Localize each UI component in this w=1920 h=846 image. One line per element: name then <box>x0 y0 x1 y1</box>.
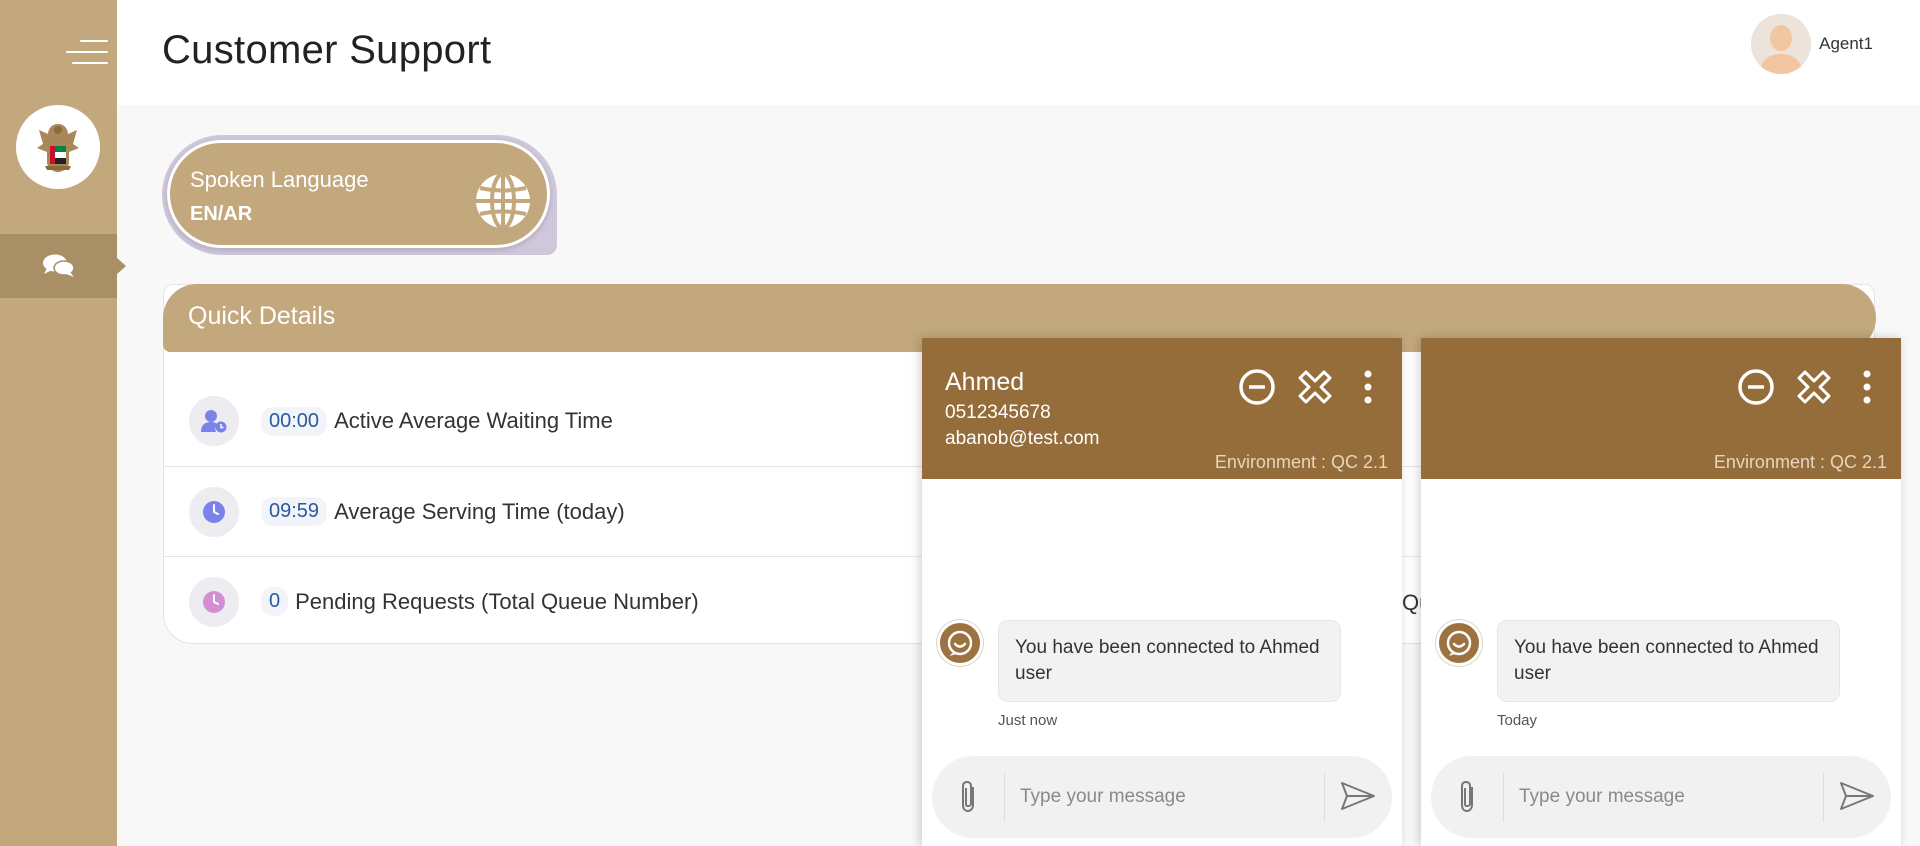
quick-details-title: Quick Details <box>188 302 336 330</box>
chat-contact-phone: 0512345678 <box>945 402 1051 423</box>
more-vertical-icon[interactable] <box>1861 368 1873 406</box>
close-icon[interactable] <box>1296 368 1334 406</box>
minimize-icon[interactable] <box>1737 368 1775 406</box>
paperclip-icon[interactable] <box>954 778 984 816</box>
serving-time-value: 09:59 <box>261 497 328 526</box>
spoken-language-value: EN/AR <box>190 203 253 225</box>
divider <box>1823 772 1824 822</box>
spoken-language-panel: Spoken Language EN/AR <box>167 140 550 248</box>
waiting-time-value: 00:00 <box>261 406 328 436</box>
chat-contact-name: Ahmed <box>945 368 1025 396</box>
chat-message: You have been connected to Ahmed user <box>998 620 1341 702</box>
spoken-language-label: Spoken Language <box>190 167 369 192</box>
sidebar <box>0 0 126 846</box>
divider <box>1004 772 1005 822</box>
top-header: Customer Support Agent1 <box>117 0 1920 105</box>
chat-window: Ahmed 0512345678 abanob@test.com Environ… <box>922 338 1402 846</box>
agent-avatar-icon <box>937 620 983 666</box>
send-icon[interactable] <box>1340 780 1376 812</box>
close-icon[interactable] <box>1795 368 1833 406</box>
nav-chat-item[interactable] <box>0 234 126 298</box>
spoken-language-card: Spoken Language EN/AR <box>162 135 557 255</box>
paperclip-icon[interactable] <box>1453 778 1483 816</box>
clock-icon <box>189 576 239 627</box>
chat-message: You have been connected to Ahmed user <box>1497 620 1840 702</box>
chat-environment: Environment : QC 2.1 <box>1214 452 1388 472</box>
pending-requests-label: Pending Requests (Total Queue Number) <box>295 588 699 614</box>
chat-icon <box>42 254 75 277</box>
chat-message-time: Just now <box>998 712 1058 729</box>
user-clock-icon <box>189 396 239 446</box>
pending-requests-value: 0 <box>261 587 289 616</box>
send-icon[interactable] <box>1839 780 1875 812</box>
globe-icon <box>476 172 530 230</box>
serving-time-label: Average Serving Time (today) <box>334 498 625 524</box>
message-input[interactable] <box>1020 776 1310 818</box>
avatar[interactable] <box>1751 14 1812 74</box>
divider <box>1324 772 1325 822</box>
chat-window: Environment : QC 2.1 You have been conne… <box>1421 338 1901 846</box>
waiting-time-label: Active Average Waiting Time <box>334 408 613 433</box>
chat-contact-email: abanob@test.com <box>945 428 1100 449</box>
chat-environment: Environment : QC 2.1 <box>1713 452 1887 472</box>
chat-header: Environment : QC 2.1 <box>1421 338 1901 479</box>
divider <box>1503 772 1504 822</box>
chat-message-time: Today <box>1497 712 1538 729</box>
chat-header: Ahmed 0512345678 abanob@test.com Environ… <box>922 338 1402 479</box>
user-name[interactable]: Agent1 <box>1819 34 1873 54</box>
agent-avatar-icon <box>1436 620 1482 666</box>
message-composer <box>932 756 1392 838</box>
message-input[interactable] <box>1519 776 1809 818</box>
user-menu[interactable]: Agent1 <box>1751 14 1873 74</box>
message-composer <box>1431 756 1891 838</box>
clock-icon <box>189 486 239 537</box>
menu-icon[interactable] <box>66 40 108 66</box>
minimize-icon[interactable] <box>1238 368 1276 406</box>
emblem-logo[interactable] <box>16 105 100 189</box>
page-title: Customer Support <box>162 28 492 72</box>
more-vertical-icon[interactable] <box>1362 368 1374 406</box>
